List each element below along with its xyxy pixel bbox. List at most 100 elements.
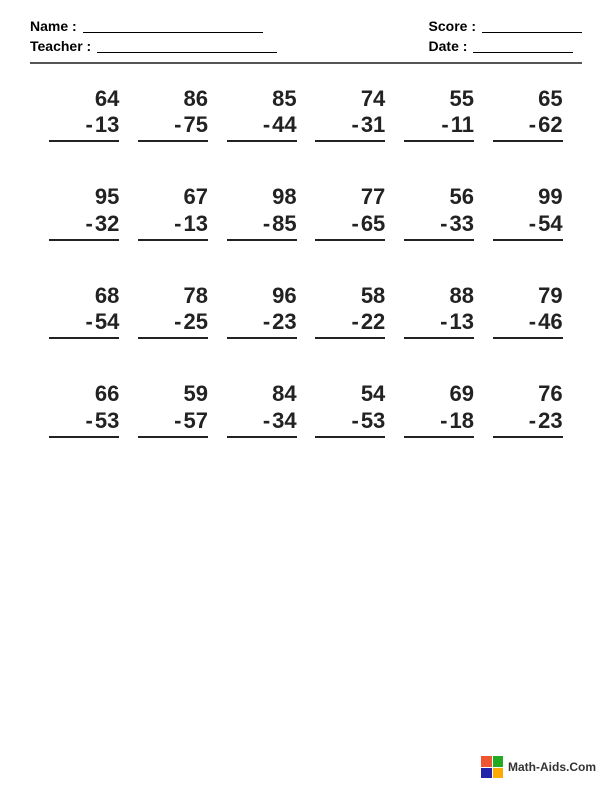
problem-top-1-1: 67 <box>138 184 208 210</box>
problem-bottom-row-3-0: - 53 <box>49 408 119 438</box>
problem-bottom-0-5: 62 <box>538 112 562 138</box>
problem-bottom-row-3-5: - 23 <box>493 408 563 438</box>
minus-sign-2-3: - <box>351 309 358 335</box>
problem-bottom-0-4: 11 <box>451 112 474 138</box>
teacher-line <box>97 39 277 53</box>
minus-sign-0-0: - <box>86 112 93 138</box>
name-row: Name : <box>30 18 277 34</box>
problem-top-1-3: 77 <box>315 184 385 210</box>
problem-bottom-0-2: 44 <box>272 112 296 138</box>
teacher-label: Teacher : <box>30 38 91 54</box>
name-label: Name : <box>30 18 77 34</box>
problem-3-1: 59- 57 <box>138 381 208 437</box>
problem-bottom-2-3: 22 <box>361 309 385 335</box>
problem-top-1-4: 56 <box>404 184 474 210</box>
date-label: Date : <box>429 38 468 54</box>
score-row: Score : <box>429 18 582 34</box>
problem-bottom-row-3-3: - 53 <box>315 408 385 438</box>
problem-1-0: 95- 32 <box>49 184 119 240</box>
problem-bottom-row-1-2: - 85 <box>227 211 297 241</box>
minus-sign-3-2: - <box>263 408 270 434</box>
problem-bottom-0-1: 75 <box>184 112 208 138</box>
row-spacer-2 <box>30 349 582 359</box>
problem-0-2: 85- 44 <box>227 86 297 142</box>
problem-3-2: 84- 34 <box>227 381 297 437</box>
name-line <box>83 19 263 33</box>
problem-bottom-1-2: 85 <box>272 211 296 237</box>
problem-1-4: 56- 33 <box>404 184 474 240</box>
problem-bottom-row-0-2: - 44 <box>227 112 297 142</box>
minus-sign-3-3: - <box>351 408 358 434</box>
minus-sign-3-0: - <box>86 408 93 434</box>
problem-bottom-row-2-2: - 23 <box>227 309 297 339</box>
problem-2-0: 68- 54 <box>49 283 119 339</box>
problem-bottom-row-1-5: - 54 <box>493 211 563 241</box>
problem-bottom-row-0-0: - 13 <box>49 112 119 142</box>
problem-2-2: 96- 23 <box>227 283 297 339</box>
problem-bottom-row-1-3: - 65 <box>315 211 385 241</box>
problem-row-0: 64- 1386- 7585- 4474- 3155- 1165- 62 <box>30 64 582 152</box>
minus-sign-0-3: - <box>351 112 358 138</box>
problem-bottom-row-2-0: - 54 <box>49 309 119 339</box>
minus-sign-0-2: - <box>263 112 270 138</box>
minus-sign-2-1: - <box>174 309 181 335</box>
logo-q2 <box>493 756 504 767</box>
problem-top-2-1: 78 <box>138 283 208 309</box>
problem-bottom-2-5: 46 <box>538 309 562 335</box>
problem-bottom-row-0-5: - 62 <box>493 112 563 142</box>
problem-1-5: 99- 54 <box>493 184 563 240</box>
minus-sign-1-2: - <box>263 211 270 237</box>
problem-bottom-1-0: 32 <box>95 211 119 237</box>
problem-bottom-1-1: 13 <box>184 211 208 237</box>
problem-row-2: 68- 5478- 2596- 2358- 2288- 1379- 46 <box>30 261 582 349</box>
problem-bottom-2-0: 54 <box>95 309 119 335</box>
problem-bottom-row-1-0: - 32 <box>49 211 119 241</box>
problem-top-0-4: 55 <box>404 86 474 112</box>
row-spacer-0 <box>30 152 582 162</box>
problem-top-2-2: 96 <box>227 283 297 309</box>
row-spacer-1 <box>30 251 582 261</box>
problem-bottom-3-3: 53 <box>361 408 385 434</box>
minus-sign-2-2: - <box>263 309 270 335</box>
problem-0-0: 64- 13 <box>49 86 119 142</box>
problems-section: 64- 1386- 7585- 4474- 3155- 1165- 6295- … <box>30 64 582 448</box>
header-right: Score : Date : <box>429 18 582 54</box>
page: Name : Teacher : Score : Date : 64- 1386… <box>0 0 612 792</box>
minus-sign-1-5: - <box>529 211 536 237</box>
problem-bottom-3-5: 23 <box>538 408 562 434</box>
problem-top-3-2: 84 <box>227 381 297 407</box>
problem-top-1-0: 95 <box>49 184 119 210</box>
problem-bottom-3-0: 53 <box>95 408 119 434</box>
problem-top-3-5: 76 <box>493 381 563 407</box>
logo-q1 <box>481 756 492 767</box>
problem-top-2-0: 68 <box>49 283 119 309</box>
problem-bottom-row-2-5: - 46 <box>493 309 563 339</box>
problem-row-3: 66- 5359- 5784- 3454- 5369- 1876- 23 <box>30 359 582 447</box>
problem-top-0-1: 86 <box>138 86 208 112</box>
problem-bottom-row-1-1: - 13 <box>138 211 208 241</box>
problem-top-2-4: 88 <box>404 283 474 309</box>
score-label: Score : <box>429 18 476 34</box>
problem-3-0: 66- 53 <box>49 381 119 437</box>
score-line <box>482 19 582 33</box>
problem-bottom-row-2-3: - 22 <box>315 309 385 339</box>
problem-top-2-5: 79 <box>493 283 563 309</box>
problem-top-0-0: 64 <box>49 86 119 112</box>
problem-top-3-3: 54 <box>315 381 385 407</box>
problem-bottom-row-0-1: - 75 <box>138 112 208 142</box>
problem-bottom-row-1-4: - 33 <box>404 211 474 241</box>
minus-sign-1-4: - <box>440 211 447 237</box>
logo-q4 <box>493 768 504 779</box>
problem-bottom-row-2-4: - 13 <box>404 309 474 339</box>
problem-bottom-0-3: 31 <box>361 112 385 138</box>
branding: Math-Aids.Com <box>481 756 596 778</box>
problem-2-5: 79- 46 <box>493 283 563 339</box>
problem-bottom-1-4: 33 <box>449 211 473 237</box>
minus-sign-1-3: - <box>351 211 358 237</box>
header: Name : Teacher : Score : Date : <box>30 18 582 54</box>
minus-sign-3-1: - <box>174 408 181 434</box>
minus-sign-0-1: - <box>174 112 181 138</box>
problem-0-5: 65- 62 <box>493 86 563 142</box>
problem-top-0-3: 74 <box>315 86 385 112</box>
problem-2-1: 78- 25 <box>138 283 208 339</box>
